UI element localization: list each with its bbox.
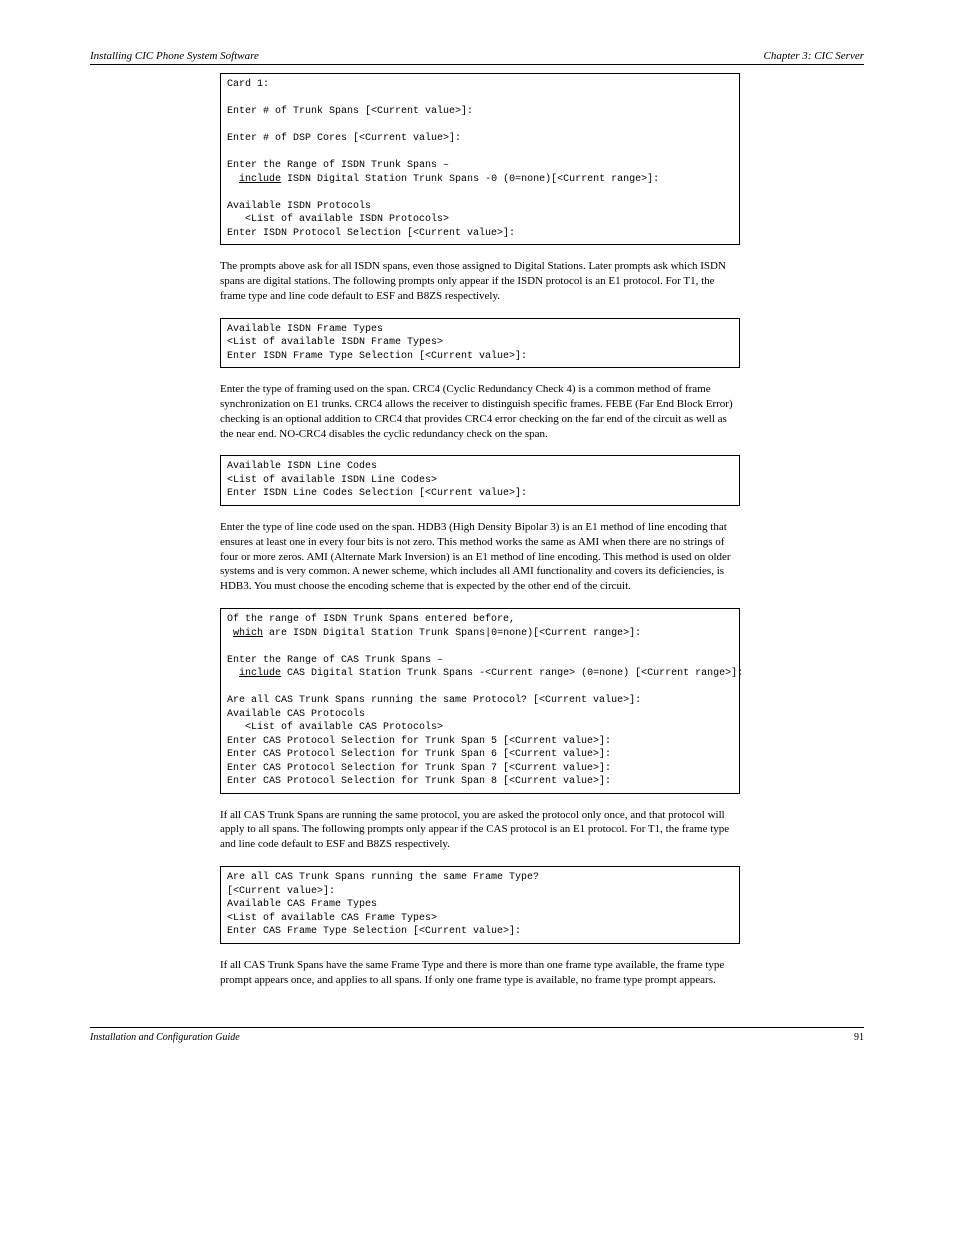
paragraph-4: If all CAS Trunk Spans are running the s… [220,808,740,853]
paragraph-2: Enter the type of framing used on the sp… [220,382,740,441]
code-underline: which [233,628,263,639]
code-line: Available ISDN Protocols [227,201,371,212]
code-underline: include [239,668,281,679]
code-box-card1: Card 1: Enter # of Trunk Spans [<Current… [220,73,740,245]
code-box-isdn-frame: Available ISDN Frame Types <List of avai… [220,318,740,369]
code-line: <List of available CAS Protocols> [227,722,443,733]
code-line: Enter ISDN Frame Type Selection [<Curren… [227,351,527,362]
code-line: Card 1: [227,79,269,90]
code-line: Available CAS Protocols [227,709,365,720]
header-left: Installing CIC Phone System Software [90,50,259,62]
code-line: Enter CAS Protocol Selection for Trunk S… [227,763,611,774]
page: Installing CIC Phone System Software Cha… [0,0,954,1083]
code-line: Available CAS Frame Types [227,899,377,910]
code-line: Enter the Range of CAS Trunk Spans – [227,655,443,666]
page-footer: Installation and Configuration Guide 91 [90,1027,864,1043]
code-box-cas-frame: Are all CAS Trunk Spans running the same… [220,866,740,944]
code-line: Enter ISDN Line Codes Selection [<Curren… [227,488,527,499]
code-underline: include [239,174,281,185]
header-right: Chapter 3: CIC Server [763,50,864,62]
code-line: Available ISDN Frame Types [227,324,383,335]
code-line: Enter CAS Protocol Selection for Trunk S… [227,736,611,747]
code-line: are ISDN Digital Station Trunk Spans|0=n… [263,628,641,639]
code-line: <List of available ISDN Line Codes> [227,475,437,486]
code-line: Enter CAS Protocol Selection for Trunk S… [227,776,611,787]
page-header: Installing CIC Phone System Software Cha… [90,50,864,65]
code-line: Are all CAS Trunk Spans running the same… [227,695,641,706]
code-line: Enter CAS Frame Type Selection [<Current… [227,926,521,937]
code-line: Enter # of DSP Cores [<Current value>]: [227,133,461,144]
code-box-cas: Of the range of ISDN Trunk Spans entered… [220,608,740,794]
code-line: Enter CAS Protocol Selection for Trunk S… [227,749,611,760]
code-line: Available ISDN Line Codes [227,461,377,472]
code-line: Enter # of Trunk Spans [<Current value>]… [227,106,473,117]
code-line: <List of available ISDN Frame Types> [227,337,443,348]
paragraph-1: The prompts above ask for all ISDN spans… [220,259,740,304]
code-box-isdn-line-codes: Available ISDN Line Codes <List of avail… [220,455,740,506]
code-line: ISDN Digital Station Trunk Spans -0 (0=n… [281,174,659,185]
code-line [227,668,239,679]
code-line [227,174,239,185]
code-line: Are all CAS Trunk Spans running the same… [227,872,539,883]
code-line: Enter ISDN Protocol Selection [<Current … [227,228,515,239]
code-line: Enter the Range of ISDN Trunk Spans – [227,160,449,171]
code-line: Of the range of ISDN Trunk Spans entered… [227,614,515,625]
code-line: CAS Digital Station Trunk Spans -<Curren… [281,668,743,679]
paragraph-3: Enter the type of line code used on the … [220,520,740,594]
code-line: <List of available ISDN Protocols> [227,214,449,225]
code-line: [<Current value>]: [227,886,335,897]
footer-left: Installation and Configuration Guide [90,1032,240,1043]
page-number: 91 [854,1032,864,1043]
paragraph-5: If all CAS Trunk Spans have the same Fra… [220,958,740,988]
code-line: <List of available CAS Frame Types> [227,913,437,924]
